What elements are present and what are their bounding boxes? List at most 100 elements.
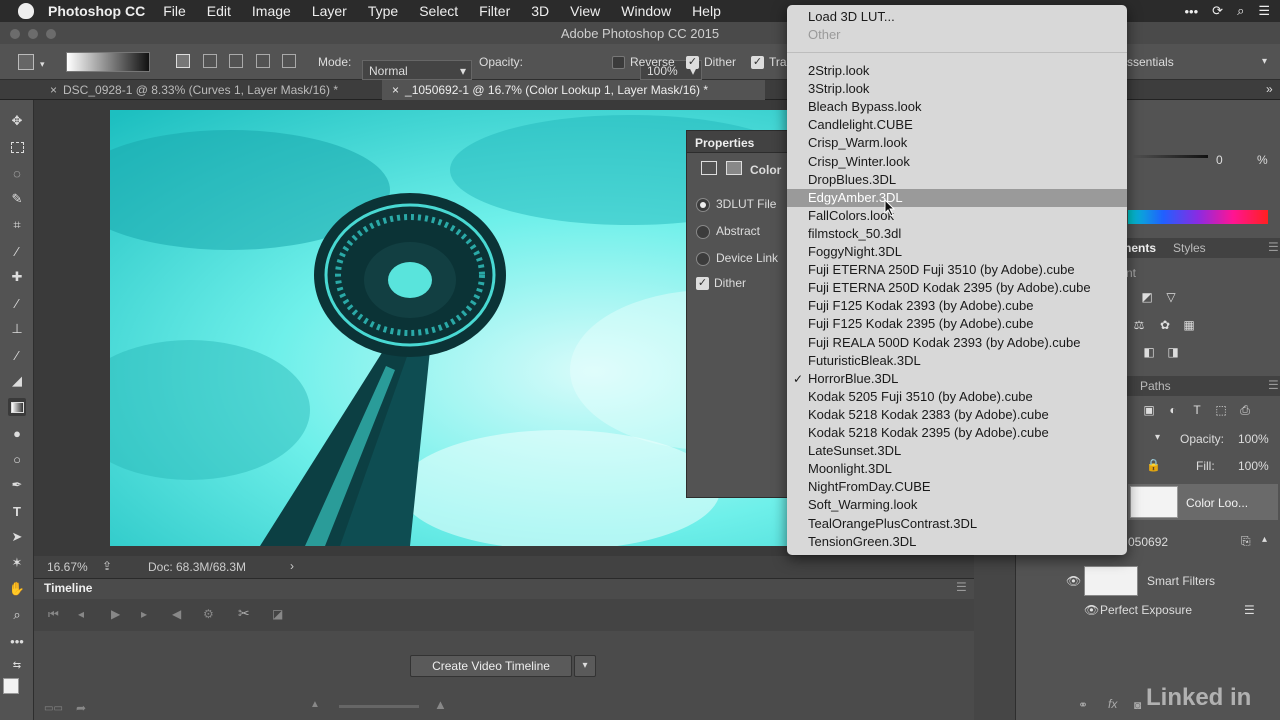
gradient-picker[interactable] — [66, 52, 150, 72]
lut-item[interactable]: Candlelight.CUBE — [787, 116, 1127, 134]
visibility-eye-icon[interactable]: 👁 — [1066, 574, 1081, 588]
pixel-filter-icon[interactable]: ▣ — [1142, 403, 1156, 417]
color-spectrum[interactable] — [1128, 210, 1268, 224]
menu-filter[interactable]: Filter — [479, 3, 510, 19]
type-tool-icon[interactable]: T — [8, 502, 26, 520]
adjustment-slider[interactable] — [1128, 155, 1208, 158]
lut-item[interactable]: Kodak 5218 Kodak 2383 (by Adobe).cube — [787, 406, 1127, 424]
lut-item[interactable]: NightFromDay.CUBE — [787, 478, 1127, 496]
tab-styles[interactable]: Styles — [1173, 241, 1206, 255]
mask-icon[interactable] — [726, 161, 742, 175]
tab-document-1[interactable]: × DSC_0928-1 @ 8.33% (Curves 1, Layer Mas… — [40, 80, 380, 100]
transparency-checkbox[interactable]: ✓ Tra — [751, 55, 787, 70]
minimize-window-icon[interactable] — [28, 29, 38, 39]
lut-item[interactable]: Fuji ETERNA 250D Kodak 2395 (by Adobe).c… — [787, 279, 1127, 297]
gradient-map-icon[interactable]: ▽ — [1164, 290, 1178, 304]
chevron-down-icon[interactable]: ▾ — [1262, 56, 1267, 67]
hand-tool-icon[interactable]: ✋ — [8, 580, 26, 598]
menu-type[interactable]: Type — [368, 3, 398, 19]
brush-tool-icon[interactable]: ⁄ — [8, 294, 26, 312]
lut-item[interactable]: Fuji REALA 500D Kodak 2393 (by Adobe).cu… — [787, 334, 1127, 352]
chevron-down-icon[interactable]: ▾ — [574, 655, 596, 677]
fill-value[interactable]: 100% — [1238, 459, 1269, 473]
mode-select[interactable]: Normal ▾ — [362, 59, 472, 80]
create-video-timeline-button[interactable]: Create Video Timeline — [410, 655, 572, 677]
layer-mask-thumbnail[interactable] — [1130, 486, 1178, 518]
dither-checkbox-properties[interactable]: ✓ Dither — [696, 276, 746, 291]
zoom-window-icon[interactable] — [46, 29, 56, 39]
path-selection-tool-icon[interactable]: ➤ — [8, 528, 26, 546]
type-filter-icon[interactable]: T — [1190, 403, 1204, 417]
menu-3d[interactable]: 3D — [531, 3, 549, 19]
more-tools-icon[interactable]: ••• — [8, 632, 26, 650]
fx-icon[interactable]: fx — [1108, 697, 1117, 711]
panel-menu-icon[interactable]: ☰ — [1268, 240, 1279, 254]
lut-item[interactable]: TealOrangePlusContrast.3DL — [787, 515, 1127, 533]
shape-tool-icon[interactable]: ✶ — [8, 554, 26, 572]
play-icon[interactable]: ▶ — [111, 607, 120, 621]
lock-icon[interactable]: 🔒 — [1146, 458, 1161, 472]
adjustment-filter-icon[interactable]: ◐ — [1166, 403, 1180, 417]
link-layers-icon[interactable]: ⚭ — [1078, 698, 1088, 712]
lut-item[interactable]: Bleach Bypass.look — [787, 98, 1127, 116]
double-chevron-icon[interactable]: » — [1266, 82, 1273, 96]
lasso-tool-icon[interactable]: ◌ — [8, 164, 26, 182]
more-icon[interactable]: ••• — [1185, 4, 1199, 19]
channel-mixer-icon[interactable]: ✿ — [1158, 318, 1172, 332]
dodge-tool-icon[interactable]: ○ — [8, 450, 26, 468]
lut-item[interactable]: ✓ HorrorBlue.3DL — [787, 370, 1127, 388]
menu-image[interactable]: Image — [252, 3, 291, 19]
close-icon[interactable]: × — [50, 83, 57, 97]
gradient-tool-preset-icon[interactable] — [18, 54, 34, 70]
tab-adjustments[interactable]: nents — [1124, 241, 1156, 255]
smart-filters-label[interactable]: Smart Filters — [1147, 574, 1215, 588]
lut-item[interactable]: Crisp_Warm.look — [787, 134, 1127, 152]
sync-icon[interactable]: ⟳ — [1212, 3, 1223, 19]
lut-item[interactable]: TensionGreen.3DL — [787, 533, 1127, 551]
scissors-icon[interactable]: ✂ — [238, 605, 250, 622]
zoom-out-icon[interactable]: ▲ — [310, 699, 320, 710]
lut-item[interactable]: filmstock_50.3dl — [787, 225, 1127, 243]
layer-name-color-lookup[interactable]: Color Loo... — [1186, 496, 1248, 510]
workspace-label[interactable]: ssentials — [1127, 55, 1174, 69]
menu-view[interactable]: View — [570, 3, 600, 19]
reverse-checkbox[interactable]: Reverse — [612, 55, 675, 70]
gradient-tool-icon[interactable] — [8, 398, 26, 416]
previous-frame-icon[interactable]: ◂ — [78, 607, 84, 621]
apple-icon[interactable] — [18, 3, 34, 19]
angle-gradient-icon[interactable] — [229, 54, 243, 68]
filter-options-icon[interactable]: ☰ — [1244, 603, 1255, 617]
history-brush-tool-icon[interactable]: ⁄ — [8, 346, 26, 364]
settings-icon[interactable]: ⚙ — [203, 607, 214, 621]
lut-item[interactable]: 3Strip.look — [787, 80, 1127, 98]
radio-abstract[interactable]: Abstract — [696, 224, 760, 239]
chevron-up-icon[interactable]: ▴ — [1262, 534, 1267, 545]
visibility-eye-icon[interactable]: 👁 — [1084, 603, 1099, 617]
eyedropper-tool-icon[interactable]: ⁄ — [8, 242, 26, 260]
menu-app-name[interactable]: Photoshop CC — [48, 3, 145, 19]
menu-file[interactable]: File — [163, 3, 186, 19]
lut-item[interactable]: Soft_Warming.look — [787, 496, 1127, 514]
zoom-slider[interactable] — [339, 705, 419, 708]
transition-icon[interactable]: ◪ — [272, 607, 283, 621]
menu-window[interactable]: Window — [621, 3, 671, 19]
levels-icon[interactable]: ◩ — [1140, 290, 1154, 304]
balance-icon[interactable]: ⚖ — [1132, 318, 1146, 332]
lut-item[interactable]: Fuji F125 Kodak 2393 (by Adobe).cube — [787, 297, 1127, 315]
lut-item[interactable]: EdgyAmber.3DL — [787, 188, 1127, 207]
panel-menu-icon[interactable]: ☰ — [1268, 378, 1279, 392]
blur-tool-icon[interactable]: ● — [8, 424, 26, 442]
chevron-right-icon[interactable]: › — [290, 559, 294, 573]
diamond-gradient-icon[interactable] — [282, 54, 296, 68]
radio-device-link[interactable]: Device Link — [696, 251, 778, 266]
reflected-gradient-icon[interactable] — [256, 54, 270, 68]
menu-select[interactable]: Select — [419, 3, 458, 19]
crop-tool-icon[interactable]: ⌗ — [8, 216, 26, 234]
menu-layer[interactable]: Layer — [312, 3, 347, 19]
smart-object-filter-icon[interactable]: ⎙ — [1238, 403, 1252, 417]
threshold-icon[interactable]: ◧ — [1142, 345, 1156, 359]
marquee-tool-icon[interactable] — [8, 138, 26, 156]
color-lookup-grid-icon[interactable]: ▦ — [1182, 318, 1196, 332]
selective-color-icon[interactable]: ◨ — [1166, 345, 1180, 359]
layer-opacity-value[interactable]: 100% — [1238, 432, 1269, 446]
